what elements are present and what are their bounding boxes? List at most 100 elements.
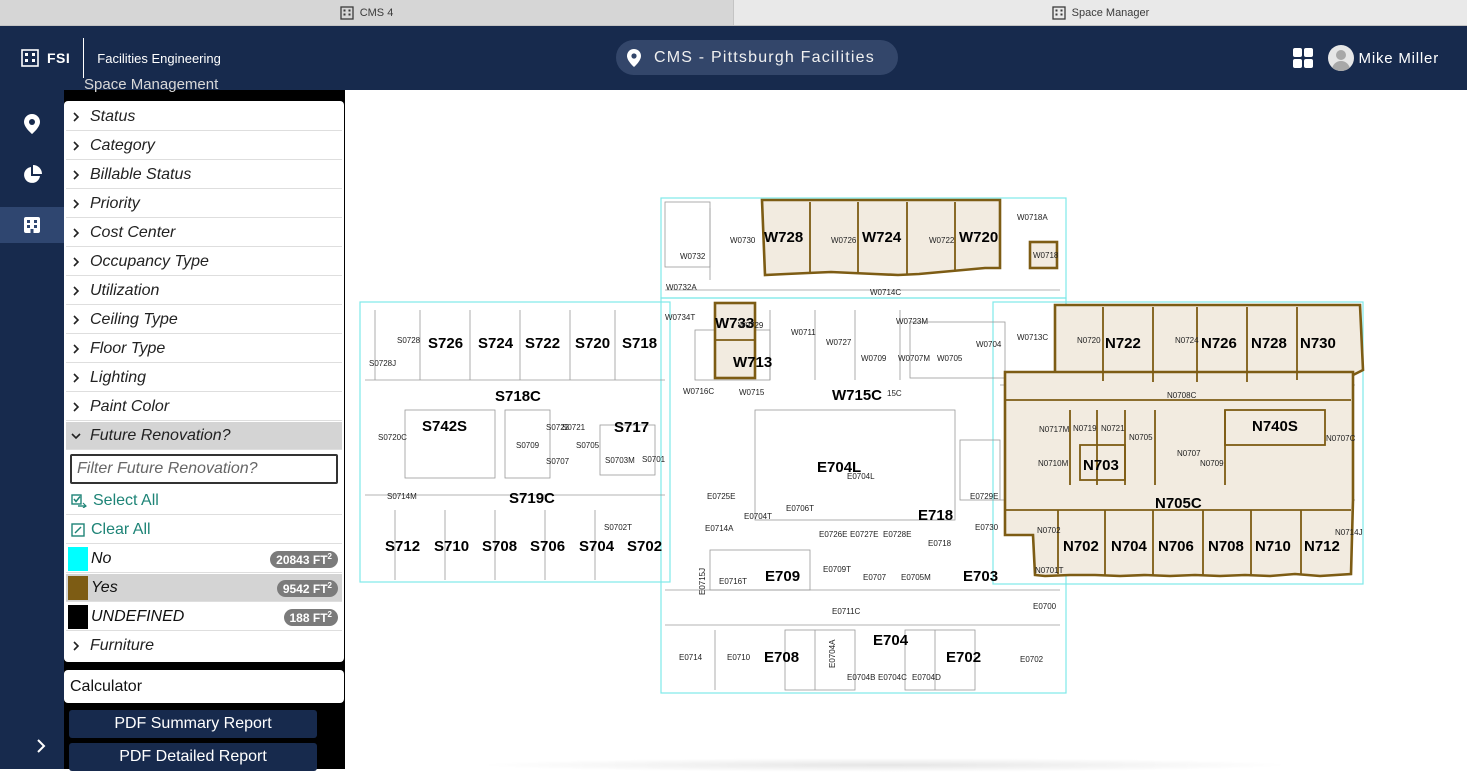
room-label[interactable]: S704 <box>579 538 615 555</box>
room-label[interactable]: E708 <box>764 649 799 666</box>
calculator-panel[interactable]: Calculator <box>64 670 344 703</box>
rail-map-button[interactable] <box>0 106 64 142</box>
room-label[interactable]: N708 <box>1208 538 1244 555</box>
filter-status[interactable]: Status <box>66 103 342 131</box>
room-label-small: W0726 <box>831 236 857 245</box>
room-label[interactable]: E702 <box>946 649 981 666</box>
room-label[interactable]: S718C <box>495 388 541 405</box>
filter-paint-color[interactable]: Paint Color <box>66 393 342 421</box>
site-selector[interactable]: CMS - Pittsburgh Facilities <box>616 40 898 75</box>
room-label-small: E0714 <box>679 653 703 662</box>
room-label[interactable]: W724 <box>862 229 902 246</box>
room-label-small: N0710M <box>1038 459 1069 468</box>
room-label[interactable]: E704 <box>873 632 909 649</box>
value-row-undefined[interactable]: UNDEFINED 188 FT2 <box>66 603 342 631</box>
room-label-small: N0717M <box>1039 425 1070 434</box>
filter-billable-status[interactable]: Billable Status <box>66 161 342 189</box>
room-label[interactable]: N703 <box>1083 457 1119 474</box>
room-label[interactable]: E703 <box>963 568 998 585</box>
browser-tab-space-manager[interactable]: Space Manager <box>734 0 1467 25</box>
future-renovation-filter-input[interactable] <box>70 454 338 484</box>
pdf-summary-report-button[interactable]: PDF Summary Report <box>69 710 317 738</box>
building-icon <box>340 5 354 20</box>
room-label[interactable]: S708 <box>482 538 517 555</box>
avatar[interactable] <box>1327 45 1354 71</box>
filter-utilization[interactable]: Utilization <box>66 277 342 305</box>
apps-grid-icon[interactable] <box>1292 47 1314 69</box>
room-label[interactable]: N722 <box>1105 335 1141 352</box>
room-label[interactable]: N705C <box>1155 495 1202 512</box>
filter-floor-type[interactable]: Floor Type <box>66 335 342 363</box>
filter-occupancy-type[interactable]: Occupancy Type <box>66 248 342 276</box>
room-label[interactable]: S726 <box>428 335 463 352</box>
chevron-right-icon <box>73 641 80 651</box>
room-label[interactable]: S720 <box>575 335 610 352</box>
room-label[interactable]: N710 <box>1255 538 1291 555</box>
chevron-right-icon <box>73 257 80 267</box>
room-label-small: E0711C <box>832 607 861 616</box>
user-name[interactable]: Mike Miller <box>1359 50 1439 67</box>
room-label[interactable]: S706 <box>530 538 565 555</box>
room-label-small: W0705 <box>937 354 963 363</box>
room-label[interactable]: N706 <box>1158 538 1194 555</box>
room-label[interactable]: E709 <box>765 568 800 585</box>
filter-priority[interactable]: Priority <box>66 190 342 218</box>
rail-reports-button[interactable] <box>0 157 64 193</box>
room-label[interactable]: W713 <box>733 354 772 371</box>
room-label-small: E0705M <box>901 573 931 582</box>
select-all-button[interactable]: Select All <box>66 487 342 515</box>
room-label-small: E0729E <box>970 492 998 501</box>
logo-text: FSI <box>47 50 71 66</box>
room-label-small: W0723M <box>896 317 928 326</box>
filter-ceiling-type[interactable]: Ceiling Type <box>66 306 342 334</box>
room-label[interactable]: N726 <box>1201 335 1237 352</box>
room-label[interactable]: W720 <box>959 229 998 246</box>
room-label-small: S0714M <box>387 492 417 501</box>
browser-tab-label: Space Manager <box>1071 6 1150 19</box>
panel-title: Space Management <box>84 76 219 93</box>
room-label-small: N0720 <box>1077 336 1101 345</box>
room-label[interactable]: N728 <box>1251 335 1287 352</box>
room-label-small: W0709 <box>861 354 887 363</box>
rail-space-button[interactable] <box>0 207 64 243</box>
room-label-small: N0724 <box>1175 336 1199 345</box>
room-label[interactable]: S712 <box>385 538 420 555</box>
filter-furniture[interactable]: Furniture <box>66 632 342 660</box>
room-label[interactable]: N730 <box>1300 335 1336 352</box>
chevron-right-icon <box>73 228 80 238</box>
filter-lighting[interactable]: Lighting <box>66 364 342 392</box>
filter-cost-center[interactable]: Cost Center <box>66 219 342 247</box>
room-label[interactable]: S717 <box>614 419 649 436</box>
room-label-small: S0702T <box>604 523 632 532</box>
room-label[interactable]: S724 <box>478 335 514 352</box>
room-label[interactable]: E718 <box>918 507 953 524</box>
room-label[interactable]: S702 <box>627 538 662 555</box>
room-label[interactable]: S710 <box>434 538 469 555</box>
pdf-detailed-report-button[interactable]: PDF Detailed Report <box>69 743 317 771</box>
floor-plan-map[interactable]: W728 W724 W720 W733 W713 W715C N722 N726… <box>345 90 1467 772</box>
chevron-right-icon <box>73 141 80 151</box>
room-label-small: N0719 <box>1073 424 1097 433</box>
room-label[interactable]: N740S <box>1252 418 1298 435</box>
room-label[interactable]: S719C <box>509 490 555 507</box>
chevron-down-icon <box>71 433 81 440</box>
room-label[interactable]: N702 <box>1063 538 1099 555</box>
rail-expand-button[interactable] <box>0 731 64 761</box>
room-label[interactable]: W728 <box>764 229 803 246</box>
room-label[interactable]: S722 <box>525 335 560 352</box>
room-label-small: S0701 <box>642 455 666 464</box>
value-row-yes[interactable]: Yes 9542 FT2 <box>66 574 342 602</box>
room-label[interactable]: S718 <box>622 335 657 352</box>
value-row-no[interactable]: No 20843 FT2 <box>66 545 342 573</box>
browser-tab-cms4[interactable]: CMS 4 <box>0 0 734 25</box>
room-label[interactable]: N704 <box>1111 538 1148 555</box>
filter-category[interactable]: Category <box>66 132 342 160</box>
room-label-small: W0715 <box>739 388 765 397</box>
floor-plan-svg[interactable]: W728 W724 W720 W733 W713 W715C N722 N726… <box>345 90 1467 769</box>
filter-future-renovation[interactable]: Future Renovation? <box>66 422 342 450</box>
clear-all-button[interactable]: Clear All <box>66 516 342 544</box>
room-label[interactable]: W715C <box>832 387 882 404</box>
room-label[interactable]: S742S <box>422 418 467 435</box>
room-label-small: E0716T <box>719 577 747 586</box>
room-label[interactable]: N712 <box>1304 538 1340 555</box>
